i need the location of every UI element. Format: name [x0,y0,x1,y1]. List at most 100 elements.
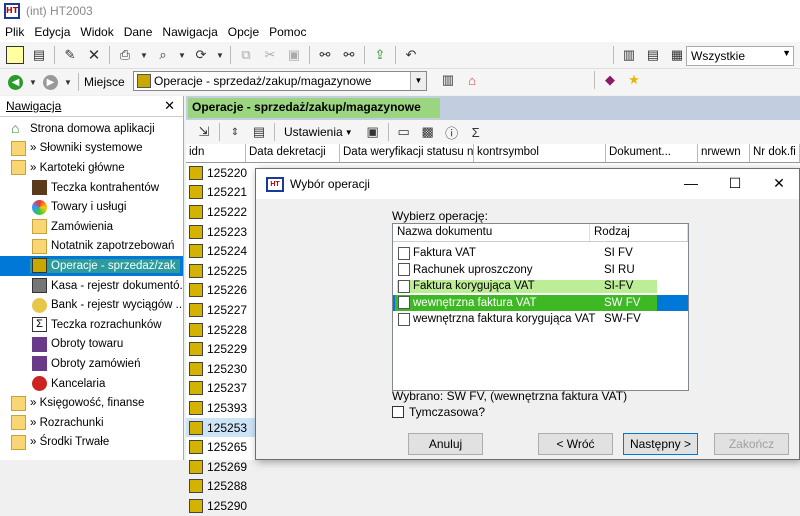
nav-item-goods[interactable]: Towary i usługi [0,197,183,217]
location-combo[interactable]: Operacje - sprzedaż/zakup/magazynowe ▼ [133,71,427,91]
export-icon[interactable]: ⇪ [371,46,389,64]
document-icon [398,279,410,293]
close-icon[interactable]: ✕ [765,175,793,192]
filter-select[interactable]: Wszystkie ▼ [686,46,794,66]
column-header[interactable]: Dokument... [606,144,698,162]
menu-dane[interactable]: Dane [119,25,158,39]
properties-icon[interactable]: ▤ [30,46,48,64]
document-icon [189,263,203,278]
document-icon [398,296,410,310]
search-dropdown-icon[interactable]: ▼ [178,46,186,64]
nav-item-contractors[interactable]: Teczka kontrahentów [0,178,183,198]
print-dropdown-icon[interactable]: ▼ [140,46,148,64]
undo-icon[interactable]: ↶ [402,46,420,64]
column-header[interactable]: Rodzaj [590,224,688,241]
nav-item-office[interactable]: Kancelaria [0,374,183,394]
document-icon [398,312,410,326]
home-icon[interactable]: ⌂ [463,71,481,89]
back-button[interactable]: < Wróć [538,433,613,455]
binoculars-icon[interactable]: ⚯ [316,46,334,64]
maximize-icon[interactable]: ☐ [721,175,749,192]
table-row[interactable]: 125290 [186,496,800,516]
table-icon[interactable]: ▤ [250,123,268,141]
minimize-icon[interactable]: — [677,175,705,191]
nav-item-orders-turnover[interactable]: Obroty zamówień [0,354,183,374]
window-icon[interactable]: ▭ [395,123,413,141]
column-header[interactable]: kontrsymbol [474,144,606,162]
nav-item-settlements-group[interactable]: » Rozrachunki [0,413,183,433]
next-button[interactable]: Następny > [623,433,698,455]
cancel-button[interactable]: Anuluj [408,433,483,455]
refresh-icon[interactable]: ⟳ [192,46,210,64]
bookmark-icon[interactable]: ▥ [439,71,457,89]
table-row[interactable]: 125288 [186,477,800,497]
list-item[interactable]: Rachunek uproszczony SI RU [393,262,688,279]
forward-dropdown-icon[interactable]: ▼ [64,73,72,91]
print-icon[interactable]: ⎙ [116,46,134,64]
info-icon[interactable]: ⓘ [443,123,461,141]
column-header[interactable]: idn [186,144,246,162]
list-item[interactable]: Faktura VAT SI FV [393,245,688,262]
temporary-checkbox[interactable] [392,406,404,418]
column-header[interactable]: nrwewn [698,144,750,162]
columns-icon[interactable]: ▥ [620,46,638,64]
nav-item-main-records[interactable]: » Kartoteki główne [0,158,183,178]
nav-item-home[interactable]: ⌂ Strona domowa aplikacji [0,119,183,139]
orders-icon [32,219,47,235]
row-id: 125265 [207,440,248,455]
menu-pomoc[interactable]: Pomoc [264,25,311,39]
delete-icon[interactable]: ✕ [85,46,103,64]
sigma-icon[interactable]: Σ [467,123,485,141]
grid-header: idn Data dekretacji Data weryfikacji sta… [186,144,800,163]
nav-item-dictionaries[interactable]: » Słowniki systemowe [0,139,183,159]
cut-icon[interactable]: ✂ [261,46,279,64]
menu-nawigacja[interactable]: Nawigacja [157,25,222,39]
search-icon[interactable]: ⌕ [154,46,172,64]
filter-icon[interactable]: ▦ [668,46,686,64]
operation-list-body: Faktura VAT SI FV Rachunek uproszczony SI … [393,242,688,328]
nav-item-settlements[interactable]: Σ Teczka rozrachunków [0,315,183,335]
menu-opcje[interactable]: Opcje [223,25,264,39]
properties-icon[interactable]: ▣ [364,123,382,141]
attach-icon[interactable]: ▩ [419,123,437,141]
nav-item-goods-turnover[interactable]: Obroty towaru [0,335,183,355]
office-icon [32,376,47,392]
copy-icon[interactable]: ⧉ [237,46,255,64]
paste-icon[interactable]: ▣ [285,46,303,64]
column-header[interactable]: Data dekretacji [246,144,340,162]
list-item[interactable]: wewnętrzna faktura korygująca VAT SW-FV [393,311,688,328]
nav-item-label: » Słowniki systemowe [30,142,143,155]
export-icon[interactable]: ⇲ [195,123,213,141]
edit-icon[interactable]: ✎ [61,46,79,64]
forward-icon[interactable]: ▶ [43,74,58,90]
layout-icon[interactable]: ▤ [644,46,662,64]
sort-icon[interactable]: ⇕ [226,123,244,141]
column-header[interactable]: Data weryfikacji statusu nip [340,144,474,162]
finish-button[interactable]: Zakończ [714,433,789,455]
close-icon[interactable]: ✕ [164,98,175,114]
list-item[interactable]: Faktura korygująca VAT SI-FV [393,278,688,295]
nav-item-accounting[interactable]: » Księgowość, finanse [0,393,183,413]
app-logo: HT [4,3,20,19]
nav-item-fixed-assets[interactable]: » Środki Trwałe [0,433,183,453]
new-document-icon[interactable] [6,46,24,64]
back-dropdown-icon[interactable]: ▼ [29,73,37,91]
menu-widok[interactable]: Widok [75,25,118,39]
nav-item-orders[interactable]: Zamówienia [0,217,183,237]
nav-item-bank[interactable]: Bank - rejestr wyciągów ... [0,295,183,315]
column-header[interactable]: Nr dok.fi [750,144,800,162]
back-icon[interactable]: ◀ [8,74,23,90]
nav-item-cash[interactable]: Kasa - rejestr dokumentó... [0,276,183,296]
menu-plik[interactable]: Plik [0,25,29,39]
nav-item-label: Teczka rozrachunków [51,318,162,331]
settings-menu[interactable]: Ustawienia [284,125,343,139]
column-header[interactable]: Nazwa dokumentu [393,224,590,241]
list-item-selected[interactable]: wewnętrzna faktura VAT SW FV [393,294,688,311]
find-next-icon[interactable]: ⚯ [340,46,358,64]
nav-item-operations[interactable]: Operacje - sprzedaż/zak [0,256,183,276]
favorites-book-icon[interactable]: ◆ [601,71,619,89]
star-icon[interactable]: ★ [625,71,643,89]
menu-edycja[interactable]: Edycja [29,25,75,39]
nav-item-notebook[interactable]: Notatnik zapotrzebowań [0,237,183,257]
refresh-dropdown-icon[interactable]: ▼ [216,46,224,64]
